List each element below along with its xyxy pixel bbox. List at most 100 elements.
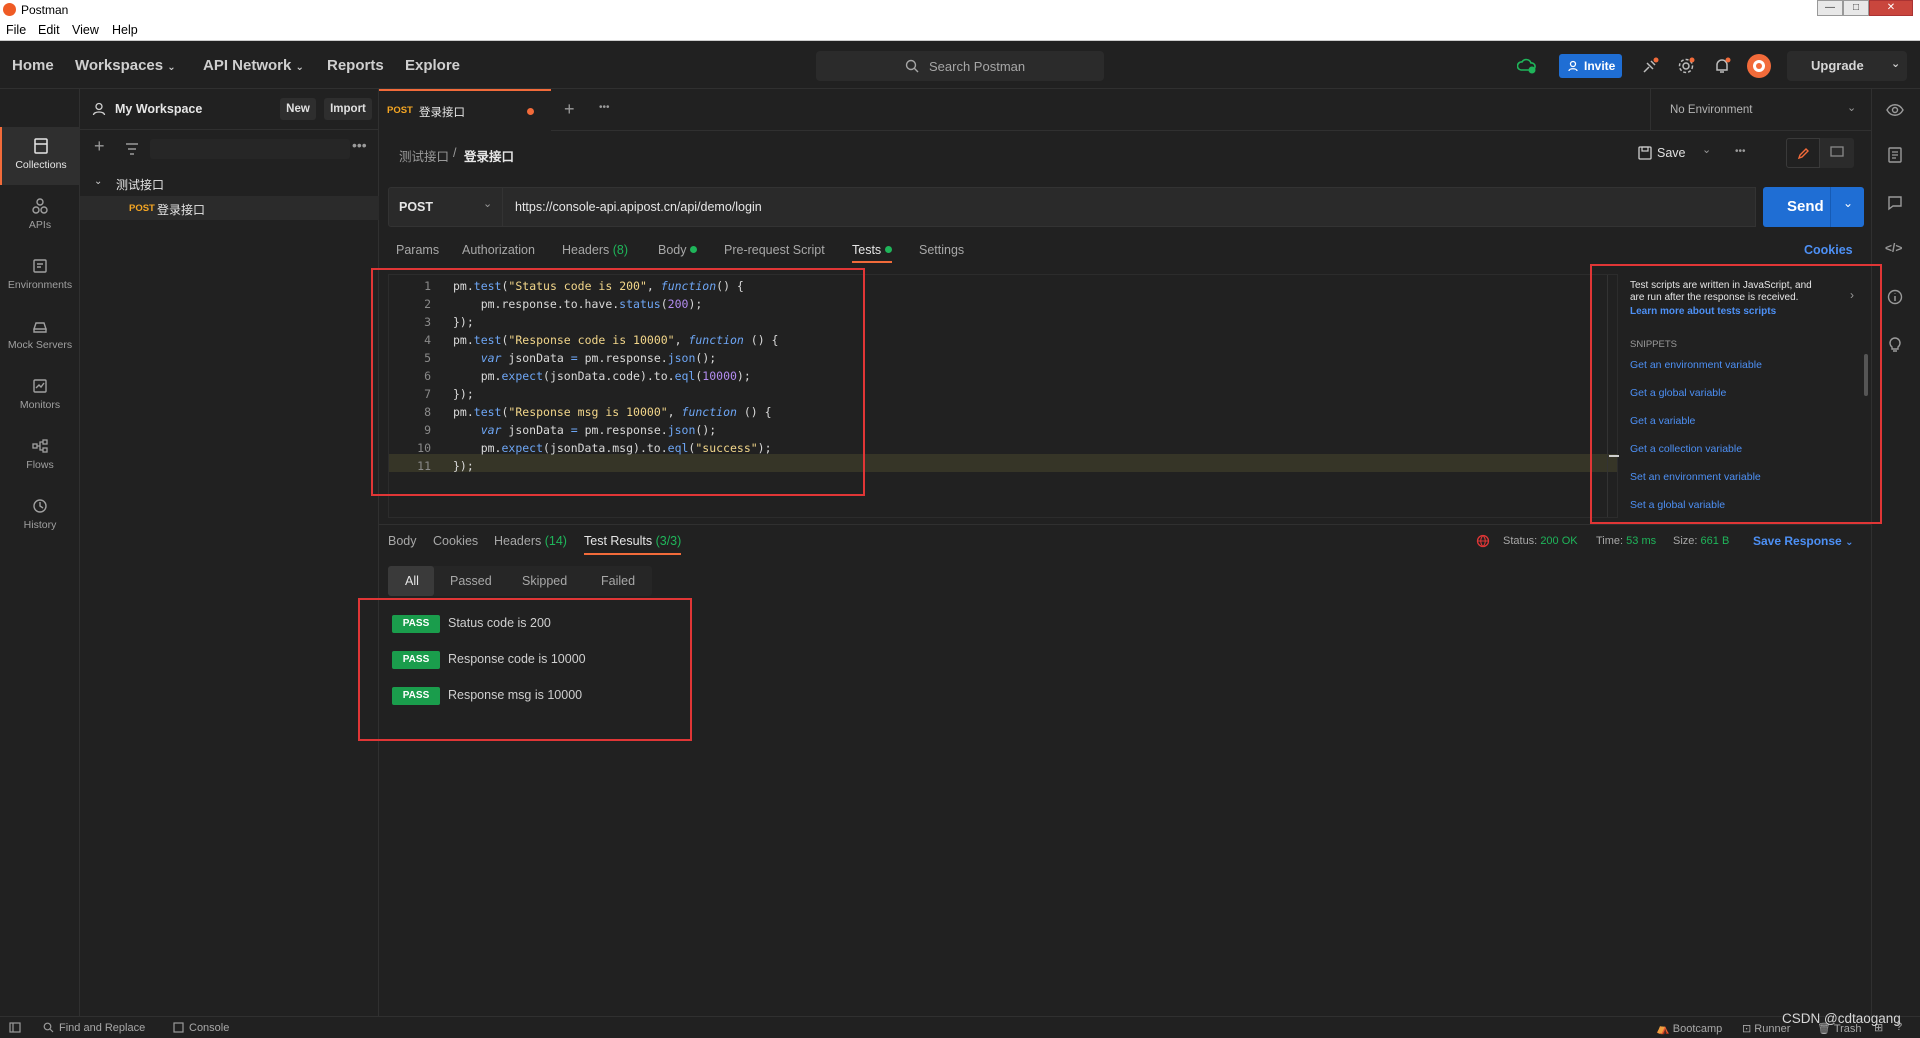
menu-view[interactable]: View [72,23,99,37]
filter-skipped[interactable]: Skipped [522,574,567,588]
save-response-button[interactable]: Save Response ⌄ [1753,534,1853,548]
new-button[interactable]: New [280,98,316,120]
request-name: 登录接口 [157,203,206,217]
filter-failed[interactable]: Failed [601,574,635,588]
response-tab-headers[interactable]: Headers (14) [494,534,567,548]
satellite-icon[interactable] [1641,57,1659,75]
send-dropdown-icon[interactable]: ⌄ [1843,196,1853,210]
response-tab-cookies[interactable]: Cookies [433,534,478,548]
network-globe-icon[interactable] [1476,534,1490,548]
import-button[interactable]: Import [324,98,372,120]
tab-params[interactable]: Params [396,243,439,257]
rail-history[interactable]: History [0,487,80,545]
bootcamp-button[interactable]: ⛺ Bootcamp [1656,1022,1722,1035]
menu-help[interactable]: Help [112,23,138,37]
request-tabs: Params Authorization Headers (8) Body Pr… [396,243,1866,265]
filter-passed[interactable]: Passed [450,574,492,588]
response-tab-test-results[interactable]: Test Results (3/3) [584,534,682,555]
collection-name[interactable]: 测试接口 [116,176,164,193]
chevron-down-icon[interactable]: ⌄ [94,176,102,187]
filter-icon[interactable] [125,143,139,155]
url-input[interactable]: https://console-api.apipost.cn/api/demo/… [503,187,1756,227]
chevron-down-icon: ⌄ [1891,58,1901,70]
settings-gear-icon[interactable] [1677,57,1695,75]
save-label: Save [1657,146,1686,160]
right-rail: </> [1871,89,1920,1016]
toggle-sidebar-icon[interactable] [9,1022,21,1033]
comment-toggle[interactable] [1820,138,1854,168]
tab-body[interactable]: Body [658,243,697,257]
filter-all[interactable]: All [388,566,434,596]
comments-icon[interactable] [1887,195,1903,211]
upgrade-button[interactable]: Upgrade ⌄ [1787,51,1907,81]
environment-selector[interactable]: No Environment [1670,104,1752,116]
nav-api-network[interactable]: API Network ⌄ [203,57,304,74]
more-options-icon[interactable]: ••• [352,137,367,153]
rail-monitors[interactable]: Monitors [0,367,80,425]
tab-settings[interactable]: Settings [919,243,964,257]
runner-icon: ⊡ [1742,1023,1752,1035]
pane-divider [379,524,1871,525]
nav-api-network-label: API Network [203,57,292,74]
size-label: Size: 661 B [1673,535,1729,547]
more-actions-icon[interactable]: ••• [1735,146,1746,157]
tab-tests-label: Tests [852,243,882,257]
method-select[interactable]: POST ⌄ [388,187,503,227]
cookies-link[interactable]: Cookies [1804,243,1853,257]
code-snippet-icon[interactable]: </> [1885,241,1902,255]
search-icon [905,59,919,73]
eye-icon[interactable] [1886,103,1904,117]
notifications-bell-icon[interactable] [1713,57,1731,75]
tab-more-icon[interactable]: ••• [599,102,610,113]
close-window-button[interactable]: ✕ [1869,0,1913,16]
postman-logo-icon [3,3,16,16]
tab-tests[interactable]: Tests [852,243,892,263]
sidebar-request-item[interactable]: POST 登录接口 [80,196,379,220]
breadcrumb-separator: / [453,146,457,160]
chevron-down-icon[interactable]: ⌄ [1847,101,1856,114]
nav-reports[interactable]: Reports [327,57,384,74]
nav-explore[interactable]: Explore [405,57,460,74]
search-box[interactable]: Search Postman [816,51,1104,81]
edit-toggle[interactable] [1786,138,1820,168]
info-icon[interactable] [1887,289,1903,305]
rail-mock-servers[interactable]: Mock Servers [0,307,80,365]
breadcrumb-current[interactable]: 登录接口 [464,146,514,165]
invite-button[interactable]: Invite [1559,54,1622,78]
nav-home[interactable]: Home [12,57,54,74]
rail-environments[interactable]: Environments [0,247,80,305]
workspace-name[interactable]: My Workspace [115,102,202,116]
breadcrumb-parent[interactable]: 测试接口 [399,146,449,165]
response-tab-body[interactable]: Body [388,534,417,548]
add-collection-icon[interactable]: + [94,136,105,157]
response-tab-headers-count: (14) [544,534,567,548]
tab-pre-request-script[interactable]: Pre-request Script [724,243,825,257]
menu-edit[interactable]: Edit [38,23,60,37]
find-and-replace-button[interactable]: Find and Replace [59,1022,145,1034]
console-button[interactable]: Console [189,1022,229,1034]
maximize-button[interactable]: □ [1843,0,1869,16]
documentation-icon[interactable] [1888,147,1902,163]
rail-flows[interactable]: Flows [0,427,80,485]
lightbulb-icon[interactable] [1887,337,1903,353]
save-button[interactable]: Save [1630,138,1704,168]
save-chevron-icon[interactable]: ⌄ [1702,143,1711,156]
menu-file[interactable]: File [6,23,26,37]
results-highlight-box [358,598,692,741]
nav-workspaces[interactable]: Workspaces ⌄ [75,57,176,74]
rail-apis[interactable]: APIs [0,187,80,245]
apis-icon [32,198,48,214]
body-status-dot-icon [689,246,697,253]
sidebar-search-input[interactable] [150,139,350,159]
tab-headers[interactable]: Headers (8) [562,243,628,257]
minimize-button[interactable]: — [1817,0,1843,16]
size-label-text: Size: [1673,535,1698,547]
sync-cloud-icon[interactable] [1517,57,1537,75]
new-tab-icon[interactable]: + [564,99,575,120]
user-avatar[interactable] [1747,54,1771,78]
tab-authorization[interactable]: Authorization [462,243,535,257]
rail-collections[interactable]: Collections [0,127,80,185]
tab-login-request[interactable]: POST 登录接口 [379,89,551,131]
send-button[interactable]: Send ⌄ [1763,187,1864,227]
tests-status-dot-icon [884,246,892,253]
